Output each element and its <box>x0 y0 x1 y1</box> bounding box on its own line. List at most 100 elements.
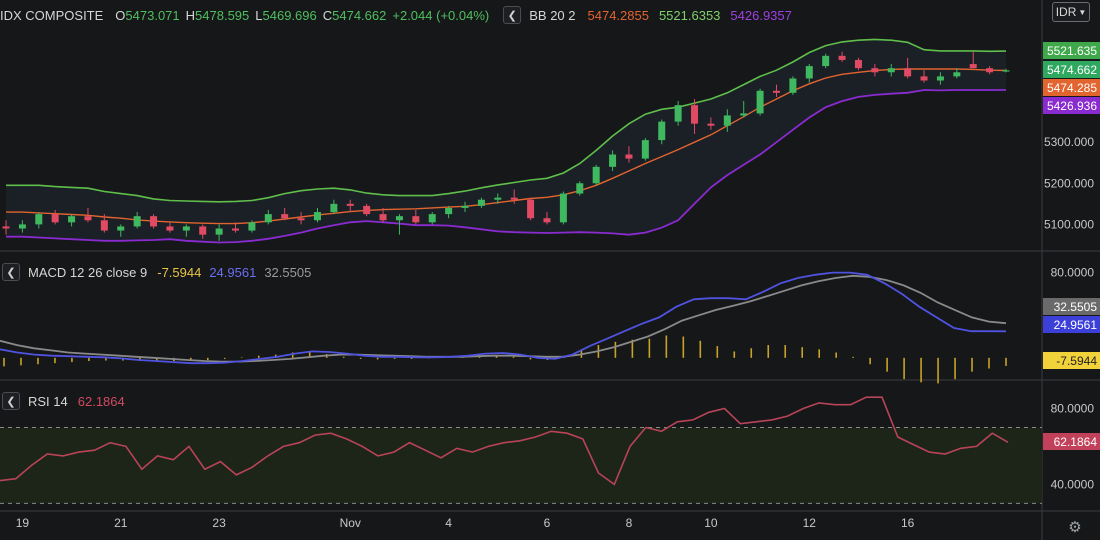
candle-down[interactable] <box>281 214 289 219</box>
candle-down[interactable] <box>543 218 551 223</box>
macd-collapse-button[interactable]: ❮ <box>2 263 20 281</box>
candle-down[interactable] <box>904 68 912 77</box>
time-tick-label: Nov <box>340 516 361 530</box>
candle-down[interactable] <box>346 203 354 206</box>
bb-mid-value: 5474.2855 <box>587 7 649 23</box>
candle-up[interactable] <box>756 90 764 114</box>
candle-up[interactable] <box>477 199 485 206</box>
time-axis[interactable]: 19 21 23 Nov 4 6 8 10 12 16 <box>16 516 915 530</box>
candle-up[interactable] <box>641 140 649 159</box>
macd-line <box>0 271 1007 365</box>
candle-up[interactable] <box>609 154 617 167</box>
candle-down[interactable] <box>84 216 92 221</box>
rsi-legend: ❮ RSI 14 62.1864 <box>2 392 125 410</box>
close-label: C <box>322 7 333 23</box>
candle-down[interactable] <box>625 154 633 159</box>
candle-down[interactable] <box>510 197 518 200</box>
high-value: 5478.595 <box>195 7 250 23</box>
candle-down[interactable] <box>969 64 977 69</box>
candle-up[interactable] <box>313 212 321 221</box>
candle-up[interactable] <box>789 78 797 93</box>
candle-down[interactable] <box>854 59 862 69</box>
candle-down[interactable] <box>2 226 10 229</box>
rsi-collapse-button[interactable]: ❮ <box>2 392 20 410</box>
candle-up[interactable] <box>248 222 256 231</box>
candle-up[interactable] <box>133 216 141 227</box>
macd-signal-badge-text: 32.5505 <box>1054 300 1098 314</box>
macd-hist-value: -7.5944 <box>157 264 202 280</box>
candle-down[interactable] <box>691 105 699 124</box>
candle-up[interactable] <box>215 228 223 235</box>
candle-down[interactable] <box>920 76 928 81</box>
candle-up[interactable] <box>887 68 895 73</box>
candle-up[interactable] <box>35 214 43 225</box>
macd-pane[interactable] <box>0 271 1007 384</box>
candle-up[interactable] <box>330 203 338 213</box>
candle-down[interactable] <box>232 228 240 231</box>
candle-down[interactable] <box>150 216 158 227</box>
candle-up[interactable] <box>674 105 682 122</box>
candle-down[interactable] <box>986 68 994 73</box>
chevron-left-icon: ❮ <box>507 9 517 22</box>
candle-up[interactable] <box>445 207 453 215</box>
candle-down[interactable] <box>412 216 420 223</box>
candle-up[interactable] <box>658 121 666 141</box>
candle-up[interactable] <box>953 72 961 77</box>
candle-up[interactable] <box>1002 70 1010 72</box>
chevron-left-icon: ❮ <box>6 266 16 279</box>
candle-up[interactable] <box>395 216 403 221</box>
bb-upper-badge-text: 5521.635 <box>1047 44 1097 58</box>
candle-down[interactable] <box>772 90 780 93</box>
chevron-down-icon: ▼ <box>1078 7 1087 17</box>
bb-lower-value: 5426.9357 <box>730 7 792 23</box>
candle-up[interactable] <box>740 113 748 116</box>
candle-up[interactable] <box>264 214 272 223</box>
candle-down[interactable] <box>166 226 174 231</box>
macd-line-value: 24.9561 <box>209 264 257 280</box>
candle-down[interactable] <box>527 199 535 219</box>
settings-gear-icon[interactable]: ⚙ <box>1066 518 1084 536</box>
candle-up[interactable] <box>559 193 567 223</box>
candle-up[interactable] <box>576 183 584 194</box>
rsi-band-fill <box>0 427 1042 504</box>
candle-up[interactable] <box>428 214 436 223</box>
candle-down[interactable] <box>297 218 305 221</box>
candle-down[interactable] <box>363 205 371 215</box>
candle-up[interactable] <box>18 224 26 229</box>
candle-down[interactable] <box>871 68 879 73</box>
low-value: 5469.696 <box>262 7 317 23</box>
candle-up[interactable] <box>723 115 731 126</box>
candle-up[interactable] <box>117 226 125 231</box>
macd-line-badge-text: 24.9561 <box>1054 318 1098 332</box>
high-label: H <box>185 7 196 23</box>
rsi-badge-text: 62.1864 <box>1054 435 1098 449</box>
bb-label: BB 20 2 <box>529 7 576 23</box>
currency-select[interactable]: IDR ▼ <box>1052 2 1090 22</box>
candle-down[interactable] <box>707 123 715 126</box>
price-tick-label: 5100.000 <box>1044 217 1094 231</box>
candle-down[interactable] <box>379 214 387 221</box>
time-tick-label: 12 <box>803 516 817 530</box>
candle-up[interactable] <box>822 55 830 67</box>
candle-down[interactable] <box>51 214 59 223</box>
candle-up[interactable] <box>592 166 600 184</box>
candle-down[interactable] <box>100 220 108 231</box>
main-legend: IDX COMPOSITE O 5473.071 H 5478.595 L 5469.… <box>0 6 792 24</box>
candle-up[interactable] <box>494 197 502 200</box>
time-tick-label: 8 <box>626 516 633 530</box>
price-axis[interactable]: 5300.000 5200.000 5100.000 5521.635 5474.662… <box>1043 42 1100 491</box>
bb-mid-badge-text: 5474.285 <box>1047 81 1097 95</box>
candle-up[interactable] <box>461 205 469 208</box>
candle-up[interactable] <box>182 226 190 231</box>
candle-up[interactable] <box>936 76 944 81</box>
candle-up[interactable] <box>68 216 76 223</box>
bb-collapse-button[interactable]: ❮ <box>503 6 522 24</box>
candle-down[interactable] <box>199 226 207 235</box>
rsi-tick-label: 80.0000 <box>1051 402 1095 416</box>
time-tick-label: 4 <box>445 516 452 530</box>
macd-signal-line <box>0 274 1007 363</box>
symbol-title: IDX COMPOSITE <box>0 7 104 23</box>
candle-up[interactable] <box>805 66 813 79</box>
rsi-pane[interactable] <box>0 396 1042 504</box>
candle-down[interactable] <box>838 55 846 60</box>
